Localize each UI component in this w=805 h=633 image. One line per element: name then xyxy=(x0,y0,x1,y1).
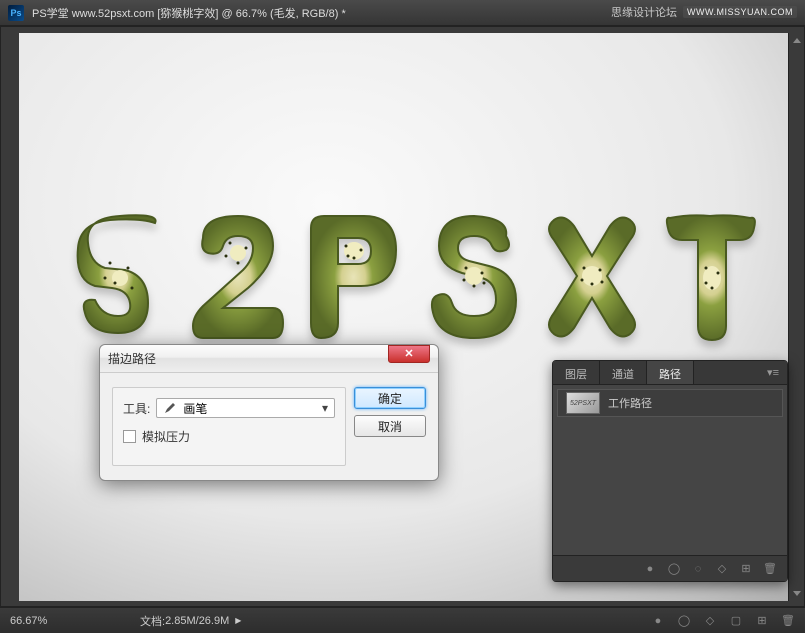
trash-icon[interactable]: 🗑 xyxy=(781,614,795,628)
panel-menu-icon[interactable]: ▾≡ xyxy=(759,361,787,384)
kiwi-text-art xyxy=(69,208,761,348)
brush-icon xyxy=(163,401,177,415)
status-icons: ● ◯ ◇ ▢ ⊞ 🗑 xyxy=(651,614,795,628)
fill-path-icon[interactable]: ● xyxy=(643,562,657,576)
photoshop-icon: Ps xyxy=(8,5,24,21)
tool-value: 画笔 xyxy=(183,400,207,417)
watermark: 思缘设计论坛 WWW.MISSYUAN.COM xyxy=(611,4,797,20)
new-path-icon[interactable]: ⊞ xyxy=(739,562,753,576)
simulate-pressure-label: 模拟压力 xyxy=(142,428,190,445)
document-title: PS学堂 www.52psxt.com [猕猴桃字效] @ 66.7% (毛发,… xyxy=(32,5,346,21)
kiwi-letter-5 xyxy=(69,208,171,348)
watermark-text: 思缘设计论坛 xyxy=(611,4,677,20)
status-bar: 66.67% 文档: 2.85M/26.9M ▶ ● ◯ ◇ ▢ ⊞ 🗑 xyxy=(0,607,805,633)
tab-channels[interactable]: 通道 xyxy=(600,361,647,384)
fill-circle-icon[interactable]: ● xyxy=(651,614,665,628)
path-to-sel-icon[interactable]: ◌ xyxy=(691,562,705,576)
sel-to-path-icon[interactable]: ◇ xyxy=(703,614,717,628)
stroke-path-dialog: 描边路径 ✕ 工具: 画笔 模拟压力 确定 取消 xyxy=(99,344,439,481)
tab-layers[interactable]: 图层 xyxy=(553,361,600,384)
paths-panel: 图层 通道 路径 ▾≡ 52PSXT 工作路径 ● ◯ ◌ ◇ ⊞ 🗑 xyxy=(552,360,788,582)
tool-label: 工具: xyxy=(123,400,150,417)
stroke-path-icon[interactable]: ◯ xyxy=(667,562,681,576)
path-item[interactable]: 52PSXT 工作路径 xyxy=(557,389,783,417)
doc-size-value: 2.85M/26.9M xyxy=(165,615,229,627)
sel-to-path-icon[interactable]: ◇ xyxy=(715,562,729,576)
cancel-button[interactable]: 取消 xyxy=(354,415,426,437)
ok-button[interactable]: 确定 xyxy=(354,387,426,409)
path-item-label: 工作路径 xyxy=(608,395,652,411)
dialog-close-button[interactable]: ✕ xyxy=(388,345,430,363)
doc-size-label: 文档: xyxy=(140,613,165,629)
panel-footer: ● ◯ ◌ ◇ ⊞ 🗑 xyxy=(553,555,787,581)
delete-path-icon[interactable]: 🗑 xyxy=(763,562,777,576)
dialog-titlebar[interactable]: 描边路径 ✕ xyxy=(100,345,438,373)
doc-info-arrow-icon[interactable]: ▶ xyxy=(235,616,241,625)
tool-dropdown[interactable]: 画笔 xyxy=(156,398,335,418)
zoom-level[interactable]: 66.67% xyxy=(10,615,100,627)
dialog-title: 描边路径 xyxy=(108,350,156,367)
path-thumbnail: 52PSXT xyxy=(566,392,600,414)
new-icon[interactable]: ⊞ xyxy=(755,614,769,628)
tab-paths[interactable]: 路径 xyxy=(647,361,694,384)
app-titlebar: Ps PS学堂 www.52psxt.com [猕猴桃字效] @ 66.7% (… xyxy=(0,0,805,26)
panel-body[interactable]: 52PSXT 工作路径 xyxy=(553,385,787,555)
simulate-pressure-checkbox[interactable] xyxy=(123,430,136,443)
kiwi-letter-2 xyxy=(187,208,289,348)
kiwi-letter-S xyxy=(423,208,525,348)
ring-icon[interactable]: ◯ xyxy=(677,614,691,628)
kiwi-letter-X xyxy=(541,208,643,348)
vertical-scrollbar[interactable] xyxy=(788,33,804,601)
square-icon[interactable]: ▢ xyxy=(729,614,743,628)
watermark-badge: WWW.MISSYUAN.COM xyxy=(683,6,797,18)
panel-tabs: 图层 通道 路径 ▾≡ xyxy=(553,361,787,385)
kiwi-letter-T xyxy=(659,208,761,348)
kiwi-letter-P xyxy=(305,208,407,348)
